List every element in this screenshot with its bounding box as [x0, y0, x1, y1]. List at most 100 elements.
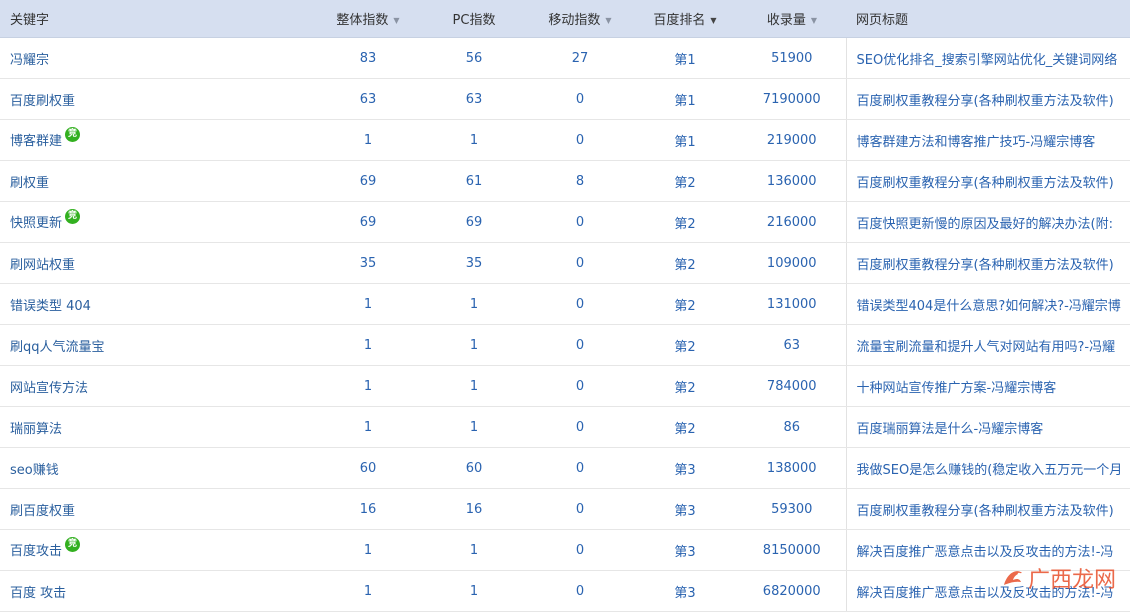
keyword-link[interactable]: 刷网站权重 [10, 258, 75, 273]
baidu-rank-cell: 第3 [632, 529, 738, 571]
keyword-cell: 百度攻击竞 [0, 529, 316, 571]
page-title-link[interactable]: 错误类型404是什么意思?如何解决?-冯耀宗博 [845, 283, 1130, 325]
overall-index-cell: 1 [316, 570, 420, 612]
baidu-rank-cell: 第2 [632, 201, 738, 243]
overall-index-cell: 63 [316, 78, 420, 120]
keyword-link[interactable]: 刷权重 [10, 176, 49, 191]
pc-index-cell: 63 [420, 78, 528, 120]
pc-index-cell: 1 [420, 529, 528, 571]
indexed-count-cell: 784000 [738, 365, 846, 407]
indexed-count-cell: 8150000 [738, 529, 846, 571]
table-row: 博客群建竞 1 1 0 第1 219000 博客群建方法和博客推广技巧-冯耀宗博客 [0, 119, 1130, 161]
keyword-link[interactable]: 瑞丽算法 [10, 422, 62, 437]
table-row: 刷qq人气流量宝 1 1 0 第2 63 流量宝刷流量和提升人气对网站有用吗?-冯耀 [0, 324, 1130, 366]
column-header-label: 移动指数 [548, 13, 601, 28]
table-row: 刷百度权重 16 16 0 第3 59300 百度刷权重教程分享(各种刷权重方法及软件) [0, 488, 1130, 530]
table-row: 错误类型 404 1 1 0 第2 131000 错误类型404是什么意思?如何解决?-冯耀… [0, 283, 1130, 325]
table-row: 百度攻击竞 1 1 0 第3 8150000 解决百度推广恶意点击以及反攻击的方法!-冯 [0, 529, 1130, 571]
page-title-link[interactable]: 百度刷权重教程分享(各种刷权重方法及软件) [845, 488, 1130, 530]
keyword-cell: 错误类型 404 [0, 283, 316, 325]
page-title-link[interactable]: SEO优化排名_搜索引擎网站优化_关键词网络 [845, 37, 1130, 79]
keyword-cell: 快照更新竞 [0, 201, 316, 243]
page-title-link[interactable]: 百度刷权重教程分享(各种刷权重方法及软件) [845, 242, 1130, 284]
baidu-rank-cell: 第3 [632, 447, 738, 489]
keyword-link[interactable]: 刷百度权重 [10, 504, 75, 519]
table-row: 刷权重 69 61 8 第2 136000 百度刷权重教程分享(各种刷权重方法及软件) [0, 160, 1130, 202]
page-title-link[interactable]: 百度刷权重教程分享(各种刷权重方法及软件) [845, 78, 1130, 120]
keyword-link[interactable]: 网站宣传方法 [10, 381, 88, 396]
column-header-baidu-rank[interactable]: 百度排名 ▼ [632, 0, 738, 38]
keyword-link[interactable]: 百度刷权重 [10, 94, 75, 109]
table-row: 刷网站权重 35 35 0 第2 109000 百度刷权重教程分享(各种刷权重方法及软件) [0, 242, 1130, 284]
column-header-indexed-count[interactable]: 收录量 ▼ [738, 0, 846, 38]
sort-caret-icon[interactable]: ▼ [811, 16, 817, 25]
keyword-cell: 刷qq人气流量宝 [0, 324, 316, 366]
keyword-link[interactable]: 百度攻击 [10, 544, 62, 559]
sort-caret-icon[interactable]: ▼ [605, 16, 611, 25]
table-row: 瑞丽算法 1 1 0 第2 86 百度瑞丽算法是什么-冯耀宗博客 [0, 406, 1130, 448]
table-row: seo赚钱 60 60 0 第3 138000 我做SEO是怎么赚钱的(稳定收入五万元一个月 [0, 447, 1130, 489]
table-header-row: 关键字 整体指数 ▼ PC指数 移动指数 ▼ 百度排名 ▼ 收录量 ▼ 网页标题 [0, 0, 1130, 38]
page-title-link[interactable]: 解决百度推广恶意点击以及反攻击的方法!-冯 [845, 570, 1130, 612]
column-header-page-title: 网页标题 [846, 0, 1130, 38]
baidu-rank-cell: 第1 [632, 119, 738, 161]
pc-index-cell: 69 [420, 201, 528, 243]
column-header-keyword: 关键字 [0, 0, 316, 38]
pc-index-cell: 1 [420, 406, 528, 448]
mobile-index-cell: 0 [528, 365, 632, 407]
page-title-link[interactable]: 我做SEO是怎么赚钱的(稳定收入五万元一个月 [845, 447, 1130, 489]
mobile-index-cell: 0 [528, 201, 632, 243]
sort-caret-icon[interactable]: ▼ [393, 16, 399, 25]
indexed-count-cell: 131000 [738, 283, 846, 325]
baidu-rank-cell: 第3 [632, 570, 738, 612]
mobile-index-cell: 0 [528, 78, 632, 120]
baidu-rank-cell: 第1 [632, 78, 738, 120]
baidu-rank-cell: 第3 [632, 488, 738, 530]
indexed-count-cell: 51900 [738, 37, 846, 79]
overall-index-cell: 83 [316, 37, 420, 79]
mobile-index-cell: 0 [528, 283, 632, 325]
keyword-link[interactable]: 刷qq人气流量宝 [10, 340, 105, 355]
page-title-link[interactable]: 博客群建方法和博客推广技巧-冯耀宗博客 [845, 119, 1130, 161]
page-title-link[interactable]: 百度刷权重教程分享(各种刷权重方法及软件) [845, 160, 1130, 202]
keyword-link[interactable]: 冯耀宗 [10, 53, 49, 68]
overall-index-cell: 69 [316, 160, 420, 202]
keyword-link[interactable]: 错误类型 404 [10, 299, 91, 314]
baidu-rank-cell: 第1 [632, 37, 738, 79]
baidu-rank-cell: 第2 [632, 406, 738, 448]
column-header-label: 整体指数 [336, 13, 389, 28]
column-header-overall-index[interactable]: 整体指数 ▼ [316, 0, 420, 38]
indexed-count-cell: 7190000 [738, 78, 846, 120]
pc-index-cell: 1 [420, 365, 528, 407]
mobile-index-cell: 0 [528, 406, 632, 448]
overall-index-cell: 1 [316, 365, 420, 407]
page-title-link[interactable]: 百度瑞丽算法是什么-冯耀宗博客 [845, 406, 1130, 448]
keyword-cell: 百度 攻击 [0, 570, 316, 612]
keyword-link[interactable]: seo赚钱 [10, 463, 59, 478]
keyword-ranking-table: 关键字 整体指数 ▼ PC指数 移动指数 ▼ 百度排名 ▼ 收录量 ▼ 网页标题 冯耀宗 83 56 27… [0, 0, 1130, 612]
mobile-index-cell: 27 [528, 37, 632, 79]
overall-index-cell: 60 [316, 447, 420, 489]
keyword-cell: 百度刷权重 [0, 78, 316, 120]
page-title-link[interactable]: 十种网站宣传推广方案-冯耀宗博客 [845, 365, 1130, 407]
table-row: 网站宣传方法 1 1 0 第2 784000 十种网站宣传推广方案-冯耀宗博客 [0, 365, 1130, 407]
column-header-label: 关键字 [10, 13, 50, 28]
column-header-mobile-index[interactable]: 移动指数 ▼ [528, 0, 632, 38]
page-title-link[interactable]: 解决百度推广恶意点击以及反攻击的方法!-冯 [845, 529, 1130, 571]
pc-index-cell: 60 [420, 447, 528, 489]
keyword-link[interactable]: 博客群建 [10, 134, 62, 149]
pc-index-cell: 61 [420, 160, 528, 202]
pc-index-cell: 35 [420, 242, 528, 284]
bid-badge-icon: 竞 [65, 208, 81, 224]
table-row: 百度 攻击 1 1 0 第3 6820000 解决百度推广恶意点击以及反攻击的方法!-冯 [0, 570, 1130, 612]
baidu-rank-cell: 第2 [632, 242, 738, 284]
page-title-link[interactable]: 流量宝刷流量和提升人气对网站有用吗?-冯耀 [845, 324, 1130, 366]
page-title-link[interactable]: 百度快照更新慢的原因及最好的解决办法(附: [845, 201, 1130, 243]
column-header-label: 百度排名 [653, 13, 706, 28]
keyword-link[interactable]: 快照更新 [10, 216, 62, 231]
keyword-link[interactable]: 百度 攻击 [10, 586, 66, 601]
indexed-count-cell: 86 [738, 406, 846, 448]
indexed-count-cell: 138000 [738, 447, 846, 489]
sort-caret-icon[interactable]: ▼ [710, 16, 716, 25]
pc-index-cell: 16 [420, 488, 528, 530]
